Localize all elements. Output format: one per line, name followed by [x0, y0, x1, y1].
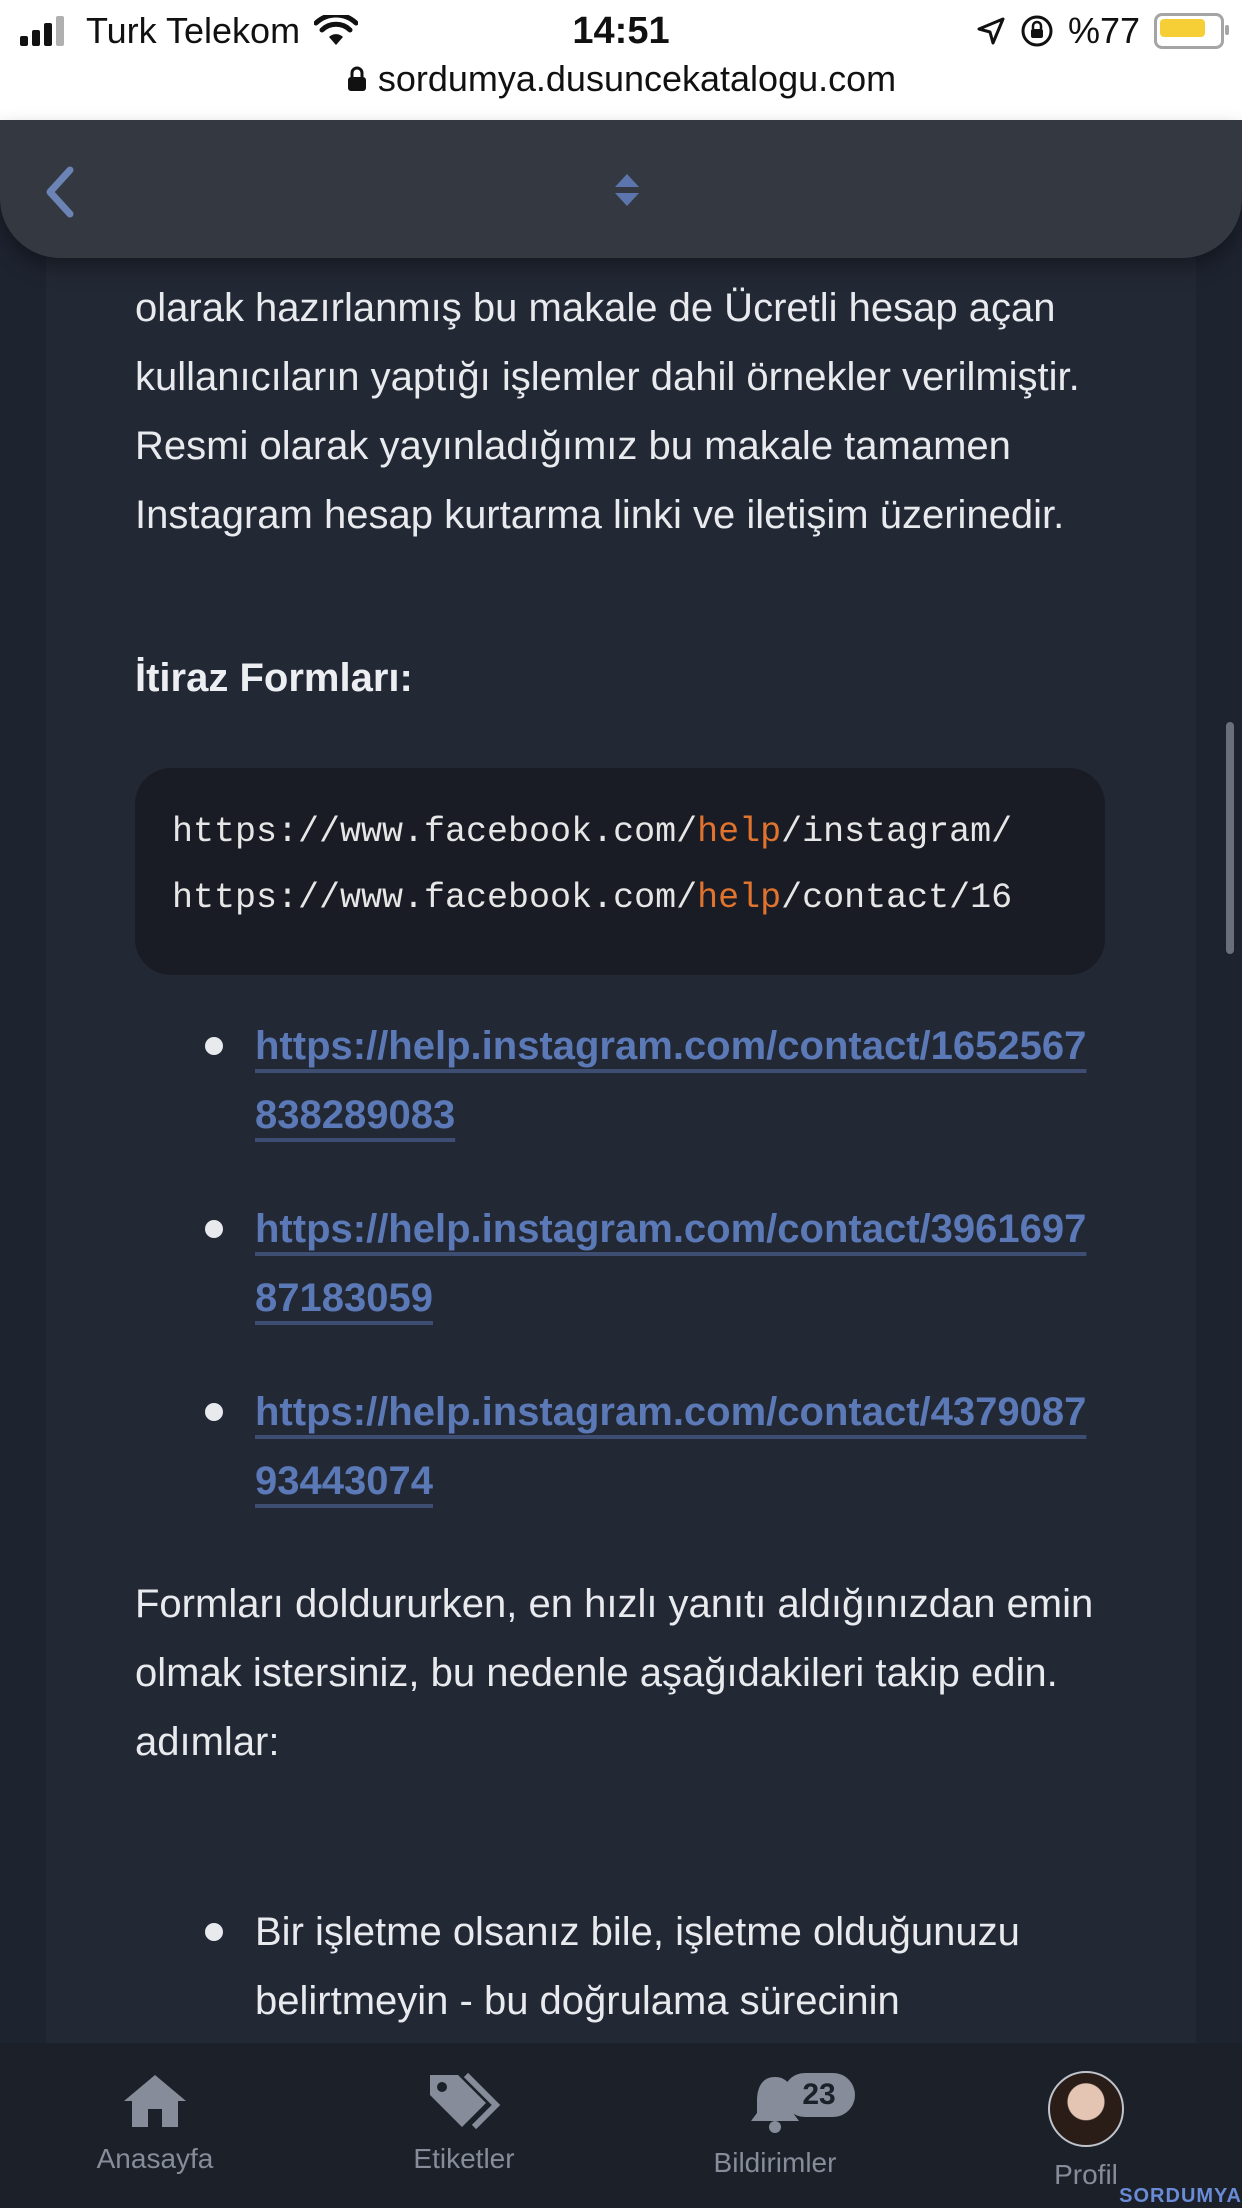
- section-heading: İtiraz Formları:: [135, 656, 413, 700]
- url-text: sordumya.dusuncekatalogu.com: [377, 58, 897, 99]
- form-link[interactable]: https://help.instagram.com/contact/43790…: [255, 1390, 1086, 1503]
- steps-list: Bir işletme olsanız bile, işletme olduğu…: [135, 1898, 1105, 2036]
- nav-label: Etiketler: [413, 2143, 515, 2174]
- battery-percentage: %77: [1067, 10, 1140, 51]
- orientation-lock-icon: [1021, 15, 1053, 47]
- url-bar[interactable]: sordumya.dusuncekatalogu.com: [0, 58, 1242, 100]
- form-link[interactable]: https://help.instagram.com/contact/39616…: [255, 1207, 1086, 1320]
- bottom-nav: Anasayfa Etiketler 23 Bildirimler Profil…: [0, 2043, 1242, 2208]
- code-line: https://www.facebook.com/help/contact/16: [172, 878, 1013, 918]
- code-line: https://www.facebook.com/help/instagram/: [172, 812, 1013, 852]
- instructions-text: Formları doldururken, en hızlı yanıtı al…: [135, 1582, 1094, 1695]
- nav-tags[interactable]: Etiketler: [364, 2071, 564, 2175]
- nav-label: Anasayfa: [96, 2143, 214, 2174]
- list-item: https://help.instagram.com/contact/39616…: [135, 1195, 1105, 1378]
- form-link[interactable]: https://help.instagram.com/contact/16525…: [255, 1024, 1086, 1137]
- nav-profile[interactable]: Profil: [986, 2071, 1186, 2191]
- home-icon: [124, 2075, 186, 2127]
- bullet: [205, 1923, 223, 1941]
- link-list: https://help.instagram.com/contact/16525…: [135, 1012, 1105, 1561]
- bullet: [205, 1220, 223, 1238]
- avatar: [1048, 2071, 1124, 2147]
- code-block: https://www.facebook.com/help/instagram/…: [135, 768, 1105, 975]
- list-item: Bir işletme olsanız bile, işletme olduğu…: [135, 1898, 1105, 2036]
- sort-updown-icon[interactable]: [612, 170, 642, 210]
- battery-icon: [1154, 13, 1229, 49]
- bullet: [205, 1403, 223, 1421]
- lock-icon: [347, 66, 366, 91]
- list-item: https://help.instagram.com/contact/16525…: [135, 1012, 1105, 1195]
- nav-label: Bildirimler: [713, 2147, 837, 2178]
- nav-notifications[interactable]: 23 Bildirimler: [675, 2071, 875, 2179]
- instructions-steps-label: adımlar:: [135, 1720, 280, 1764]
- location-arrow-icon: [977, 17, 1005, 45]
- nav-home[interactable]: Anasayfa: [55, 2071, 255, 2175]
- instructions-paragraph: Formları doldururken, en hızlı yanıtı al…: [135, 1570, 1105, 1777]
- brand-watermark: SORDUMYA: [1119, 2185, 1242, 2207]
- chevron-left-icon[interactable]: [40, 162, 80, 222]
- bullet: [205, 1037, 223, 1055]
- tags-icon: [430, 2072, 501, 2130]
- notification-badge: 23: [783, 2073, 855, 2117]
- scrollbar[interactable]: [1226, 722, 1234, 954]
- list-item: https://help.instagram.com/contact/43790…: [135, 1378, 1105, 1561]
- intro-paragraph: olarak hazırlanmış bu makale de Ücretli …: [135, 286, 1080, 537]
- status-bar: Turk Telekom 14:51 %77 sordumya.dusuncek…: [0, 0, 1242, 120]
- app-header: [0, 120, 1242, 258]
- status-right: %77: [976, 10, 1229, 52]
- step-text: Bir işletme olsanız bile, işletme olduğu…: [255, 1910, 1020, 2023]
